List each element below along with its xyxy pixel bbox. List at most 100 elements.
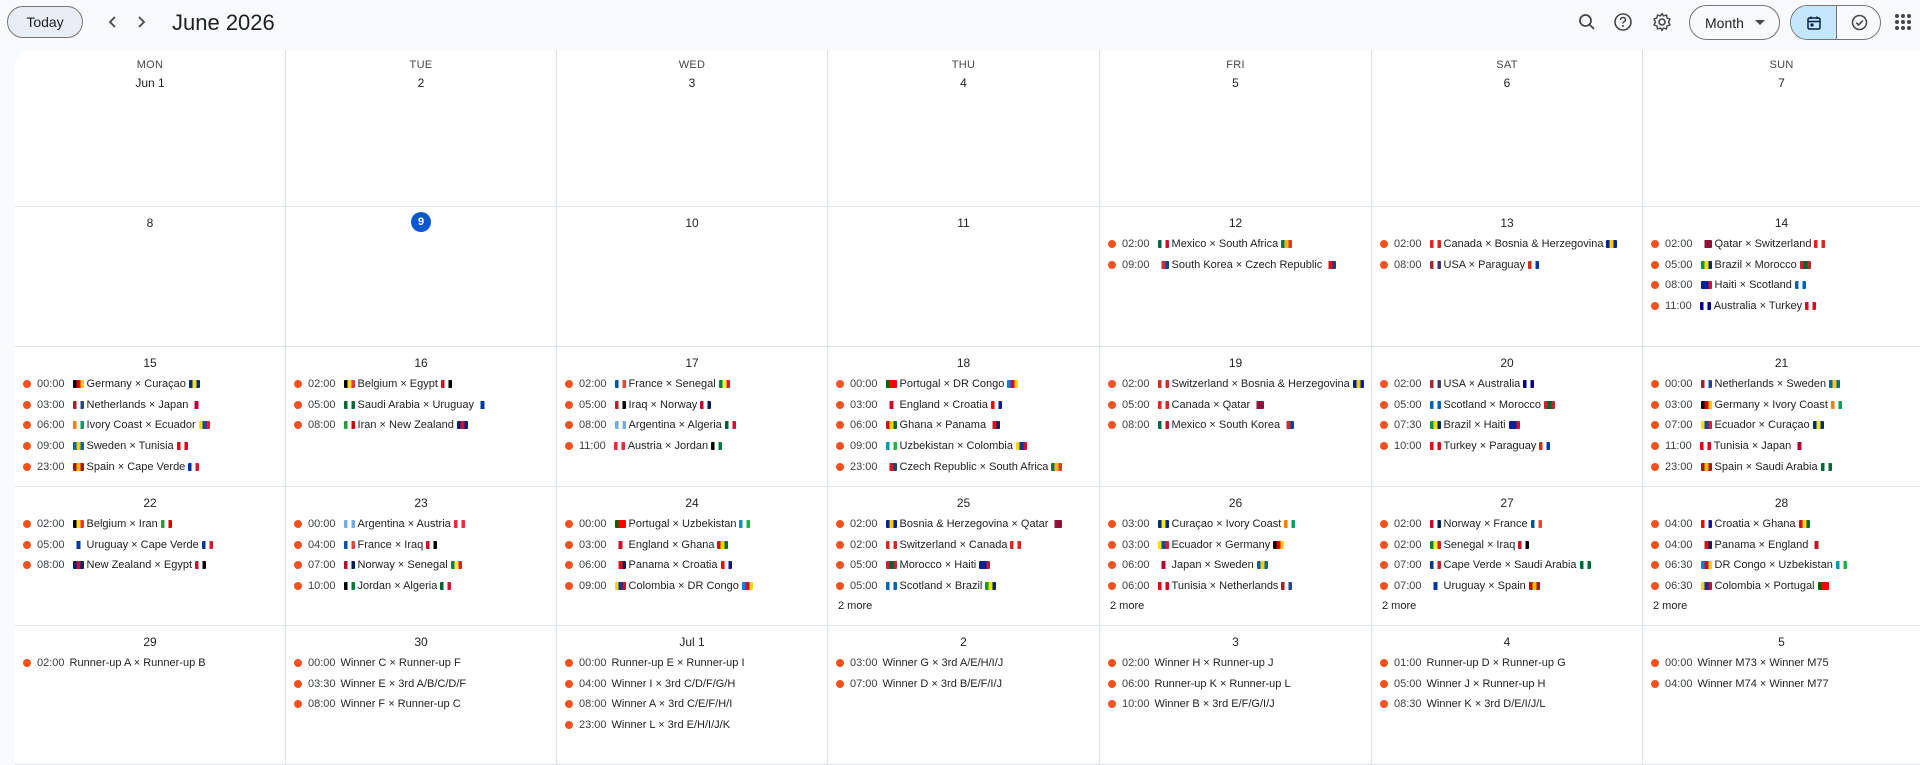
day-cell[interactable]: 27 02:00 Norway × France 02:00 Senegal × Ira… bbox=[1372, 487, 1643, 626]
help-icon[interactable] bbox=[1609, 8, 1637, 36]
day-number[interactable]: 8 bbox=[15, 216, 285, 230]
more-events-link[interactable]: 2 more bbox=[836, 596, 1095, 616]
view-select[interactable]: Month bbox=[1689, 5, 1780, 40]
day-number[interactable]: 5 bbox=[1100, 76, 1371, 90]
event-chip[interactable]: 04:00 Panama × England bbox=[1651, 535, 1916, 556]
event-chip[interactable]: 03:30 Winner E × 3rd A/B/C/D/F bbox=[294, 674, 552, 695]
day-number[interactable]: Jun 1 bbox=[15, 76, 285, 90]
day-cell[interactable]: 24 00:00 Portugal × Uzbekistan 03:00 England… bbox=[557, 487, 828, 626]
day-cell[interactable]: SUN 7 bbox=[1643, 50, 1920, 207]
event-chip[interactable]: 23:00 Spain × Cape Verde bbox=[23, 456, 281, 477]
event-chip[interactable]: 00:00 Argentina × Austria bbox=[294, 514, 552, 535]
event-chip[interactable]: 07:00 Norway × Senegal bbox=[294, 555, 552, 576]
event-chip[interactable]: 08:00 Mexico × South Korea bbox=[1108, 415, 1367, 436]
day-number[interactable]: 25 bbox=[828, 496, 1099, 510]
event-chip[interactable]: 08:00 Iran × New Zealand bbox=[294, 415, 552, 436]
gear-icon[interactable] bbox=[1648, 8, 1676, 36]
event-chip[interactable]: 23:00 Czech Republic × South Africa bbox=[836, 456, 1095, 477]
event-chip[interactable]: 05:00 Brazil × Morocco bbox=[1651, 255, 1916, 276]
event-chip[interactable]: 00:00 Netherlands × Sweden bbox=[1651, 374, 1916, 395]
day-number[interactable]: 16 bbox=[286, 356, 556, 370]
day-cell[interactable]: 5 00:00 Winner M73 × Winner M75 04:00 Winner… bbox=[1643, 626, 1920, 765]
event-chip[interactable]: 02:00 Canada × Bosnia & Herzegovina bbox=[1380, 234, 1638, 255]
day-cell[interactable]: 18 00:00 Portugal × DR Congo 03:00 England ×… bbox=[828, 347, 1100, 487]
day-number[interactable]: 4 bbox=[828, 76, 1099, 90]
event-chip[interactable]: 03:00 Winner G × 3rd A/E/H/I/J bbox=[836, 653, 1095, 674]
event-chip[interactable]: 03:00 England × Ghana bbox=[565, 535, 823, 556]
event-chip[interactable]: 09:00 South Korea × Czech Republic bbox=[1108, 255, 1367, 276]
day-cell[interactable]: MON Jun 1 bbox=[15, 50, 286, 207]
event-chip[interactable]: 01:00 Runner-up D × Runner-up G bbox=[1380, 653, 1638, 674]
day-cell[interactable]: 21 00:00 Netherlands × Sweden 03:00 Germany … bbox=[1643, 347, 1920, 487]
event-chip[interactable]: 09:00 Sweden × Tunisia bbox=[23, 436, 281, 457]
event-chip[interactable]: 05:00 Morocco × Haiti bbox=[836, 555, 1095, 576]
event-chip[interactable]: 07:00 Winner D × 3rd B/E/F/I/J bbox=[836, 674, 1095, 695]
day-cell[interactable]: 23 00:00 Argentina × Austria 04:00 France × … bbox=[286, 487, 557, 626]
event-chip[interactable]: 02:00 Bosnia & Herzegovina × Qatar bbox=[836, 514, 1095, 535]
event-chip[interactable]: 07:00 Ecuador × Curaçao bbox=[1651, 415, 1916, 436]
apps-grid-icon[interactable] bbox=[1894, 13, 1912, 31]
event-chip[interactable]: 06:30 DR Congo × Uzbekistan bbox=[1651, 555, 1916, 576]
day-number[interactable]: 15 bbox=[15, 356, 285, 370]
event-chip[interactable]: 02:00 USA × Australia bbox=[1380, 374, 1638, 395]
event-chip[interactable]: 10:00 Winner B × 3rd E/F/G/I/J bbox=[1108, 694, 1367, 715]
event-chip[interactable]: 05:00 Scotland × Morocco bbox=[1380, 395, 1638, 416]
more-events-link[interactable]: 2 more bbox=[1108, 596, 1367, 616]
event-chip[interactable]: 07:30 Brazil × Haiti bbox=[1380, 415, 1638, 436]
day-cell[interactable]: 13 02:00 Canada × Bosnia & Herzegovina 08:0… bbox=[1372, 207, 1643, 347]
day-number[interactable]: 14 bbox=[1643, 216, 1920, 230]
day-number[interactable]: 23 bbox=[286, 496, 556, 510]
day-cell[interactable]: 10 bbox=[557, 207, 828, 347]
event-chip[interactable]: 00:00 Runner-up E × Runner-up I bbox=[565, 653, 823, 674]
day-number[interactable]: 19 bbox=[1100, 356, 1371, 370]
event-chip[interactable]: 00:00 Portugal × Uzbekistan bbox=[565, 514, 823, 535]
day-number[interactable]: 2 bbox=[828, 635, 1099, 649]
more-events-link[interactable]: 2 more bbox=[1380, 596, 1638, 616]
today-date-badge[interactable]: 9 bbox=[286, 212, 556, 232]
event-chip[interactable]: 04:00 Croatia × Ghana bbox=[1651, 514, 1916, 535]
event-chip[interactable]: 05:00 Scotland × Brazil bbox=[836, 576, 1095, 597]
event-chip[interactable]: 05:00 Uruguay × Cape Verde bbox=[23, 535, 281, 556]
event-chip[interactable]: 06:00 Tunisia × Netherlands bbox=[1108, 576, 1367, 597]
day-number[interactable]: Jul 1 bbox=[557, 635, 827, 649]
day-cell[interactable]: 19 02:00 Switzerland × Bosnia & Herzegovin… bbox=[1100, 347, 1372, 487]
event-chip[interactable]: 05:00 Canada × Qatar bbox=[1108, 395, 1367, 416]
calendar-view-button[interactable] bbox=[1791, 6, 1836, 39]
event-chip[interactable]: 02:00 Qatar × Switzerland bbox=[1651, 234, 1916, 255]
day-cell[interactable]: WED 3 bbox=[557, 50, 828, 207]
day-cell[interactable]: 2 03:00 Winner G × 3rd A/E/H/I/J 07:00 Winne… bbox=[828, 626, 1100, 765]
day-cell[interactable]: 30 00:00 Winner C × Runner-up F 03:30 Winner… bbox=[286, 626, 557, 765]
event-chip[interactable]: 04:00 Winner M74 × Winner M77 bbox=[1651, 674, 1916, 695]
event-chip[interactable]: 07:00 Cape Verde × Saudi Arabia bbox=[1380, 555, 1638, 576]
event-chip[interactable]: 03:00 Ecuador × Germany bbox=[1108, 535, 1367, 556]
day-number[interactable]: 22 bbox=[15, 496, 285, 510]
event-chip[interactable]: 23:00 Spain × Saudi Arabia bbox=[1651, 456, 1916, 477]
event-chip[interactable]: 05:00 Iraq × Norway bbox=[565, 395, 823, 416]
day-cell[interactable]: 15 00:00 Germany × Curaçao 03:00 Netherlands… bbox=[15, 347, 286, 487]
search-icon[interactable] bbox=[1573, 8, 1601, 36]
day-cell[interactable]: 20 02:00 USA × Australia 05:00 Scotland × Mo… bbox=[1372, 347, 1643, 487]
event-chip[interactable]: 06:00 Runner-up K × Runner-up L bbox=[1108, 674, 1367, 695]
event-chip[interactable]: 06:00 Panama × Croatia bbox=[565, 555, 823, 576]
day-cell[interactable]: 9 bbox=[286, 207, 557, 347]
event-chip[interactable]: 02:00 Switzerland × Canada bbox=[836, 535, 1095, 556]
day-number[interactable]: 29 bbox=[15, 635, 285, 649]
event-chip[interactable]: 08:00 Winner F × Runner-up C bbox=[294, 694, 552, 715]
event-chip[interactable]: 08:30 Winner K × 3rd D/E/I/J/L bbox=[1380, 694, 1638, 715]
day-number[interactable]: 5 bbox=[1643, 635, 1920, 649]
day-cell[interactable]: THU 4 bbox=[828, 50, 1100, 207]
event-chip[interactable]: 02:00 Winner H × Runner-up J bbox=[1108, 653, 1367, 674]
day-cell[interactable]: 3 02:00 Winner H × Runner-up J 06:00 Runner-… bbox=[1100, 626, 1372, 765]
event-chip[interactable]: 23:00 Winner L × 3rd E/H/I/J/K bbox=[565, 715, 823, 736]
day-number[interactable]: 12 bbox=[1100, 216, 1371, 230]
day-cell[interactable]: 4 01:00 Runner-up D × Runner-up G 05:00 Winn… bbox=[1372, 626, 1643, 765]
event-chip[interactable]: 07:00 Uruguay × Spain bbox=[1380, 576, 1638, 597]
event-chip[interactable]: 11:00 Austria × Jordan bbox=[565, 436, 823, 457]
day-cell[interactable]: FRI 5 bbox=[1100, 50, 1372, 207]
event-chip[interactable]: 06:00 Ghana × Panama bbox=[836, 415, 1095, 436]
event-chip[interactable]: 02:00 Mexico × South Africa bbox=[1108, 234, 1367, 255]
event-chip[interactable]: 00:00 Germany × Curaçao bbox=[23, 374, 281, 395]
day-number[interactable]: 30 bbox=[286, 635, 556, 649]
event-chip[interactable]: 06:00 Japan × Sweden bbox=[1108, 555, 1367, 576]
day-cell[interactable]: SAT 6 bbox=[1372, 50, 1643, 207]
